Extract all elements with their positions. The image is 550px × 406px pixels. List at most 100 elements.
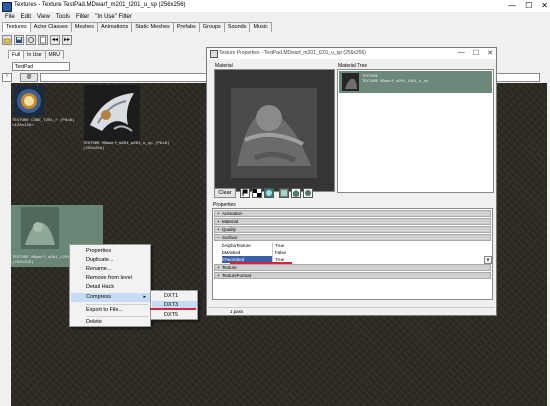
category-animation[interactable]: + Animation bbox=[214, 210, 491, 217]
tab-static-meshes[interactable]: Static Meshes bbox=[131, 22, 174, 32]
package-combo[interactable]: TestPad bbox=[12, 62, 70, 71]
forward-button[interactable]: ▸▸ bbox=[62, 35, 72, 45]
texture-thumbnail[interactable] bbox=[84, 85, 140, 141]
menu-item-duplicate[interactable]: Duplicate... bbox=[71, 256, 150, 265]
refresh-icon[interactable] bbox=[26, 35, 36, 45]
tree-item-selected[interactable]: TEXTURE TEXTURE MDwarf_m201_t201_u_sp bbox=[339, 71, 492, 93]
tree-item-thumbnail bbox=[342, 73, 359, 91]
menu-bar: File Edit View Tools Filter "In Use" Fil… bbox=[0, 12, 550, 22]
property-name: bAlphaTexture bbox=[222, 243, 251, 248]
tab-actor-classes[interactable]: Actor Classes bbox=[29, 22, 72, 32]
texture-properties-titlebar: Texture Properties - TestPad.MDwarf_m201… bbox=[207, 48, 496, 59]
texture-properties-title: Texture Properties - TestPad.MDwarf_m201… bbox=[219, 50, 366, 56]
plane-icon[interactable] bbox=[279, 188, 289, 198]
category-texture[interactable]: + Texture bbox=[214, 264, 491, 271]
checker-icon[interactable] bbox=[252, 188, 262, 198]
menu-separator bbox=[86, 316, 148, 317]
category-quality[interactable]: + Quality bbox=[214, 226, 491, 233]
tab-groups[interactable]: Groups bbox=[198, 22, 225, 32]
filter-button[interactable]: @ bbox=[20, 73, 38, 82]
toolbar: ◂◂ ▸▸ bbox=[2, 34, 72, 46]
tab-prefabs[interactable]: Prefabs bbox=[172, 22, 200, 32]
tab-sounds[interactable]: Sounds bbox=[223, 22, 251, 32]
menu-item-label: Compress bbox=[86, 294, 112, 300]
pass-count: 1 pass bbox=[230, 309, 244, 314]
menu-item-compress[interactable]: Compress ▸ bbox=[71, 293, 150, 302]
category-label: Surface bbox=[222, 235, 238, 240]
open-icon[interactable] bbox=[2, 35, 12, 45]
property-value[interactable]: False bbox=[272, 249, 485, 256]
category-label: Material bbox=[222, 219, 239, 224]
tab-textures[interactable]: Textures bbox=[2, 22, 31, 32]
menu-filter[interactable]: Filter bbox=[76, 14, 89, 20]
annotation-underline bbox=[150, 308, 196, 310]
clear-button[interactable]: Clear bbox=[214, 188, 236, 198]
submenu-arrow-icon: ▸ bbox=[143, 294, 146, 300]
category-label: TextureFormat bbox=[222, 273, 252, 278]
sphere-icon[interactable] bbox=[264, 188, 274, 198]
property-row[interactable]: bMasked False bbox=[214, 249, 491, 256]
cube-icon[interactable] bbox=[291, 188, 301, 198]
menu-item-properties[interactable]: Properties bbox=[71, 247, 150, 256]
menu-item-delete[interactable]: Delete bbox=[71, 318, 150, 327]
subtab-full[interactable]: Full bbox=[8, 50, 25, 59]
texture-thumbnail[interactable] bbox=[14, 86, 44, 116]
window-icon bbox=[210, 50, 218, 58]
category-label: Texture bbox=[222, 265, 237, 270]
dropdown-arrow-icon[interactable]: ▼ bbox=[484, 256, 492, 264]
category-label: Animation bbox=[222, 211, 243, 216]
left-strip bbox=[0, 83, 11, 406]
menu-item-detail-hack[interactable]: Detail Hack bbox=[71, 283, 150, 292]
flag-icon[interactable] bbox=[240, 188, 250, 198]
browser-tabs: Textures Actor Classes Meshes Animations… bbox=[2, 22, 272, 32]
menu-item-rename[interactable]: Rename... bbox=[71, 265, 150, 274]
menu-edit[interactable]: Edit bbox=[21, 14, 31, 20]
property-value[interactable]: True bbox=[272, 242, 485, 249]
properties-icon[interactable] bbox=[38, 35, 48, 45]
back-button[interactable]: ◂◂ bbox=[50, 35, 60, 45]
close-button[interactable]: ✕ bbox=[487, 49, 493, 57]
menu-item-export-to-file[interactable]: Export to File... bbox=[71, 306, 150, 315]
property-value[interactable]: True bbox=[272, 256, 485, 263]
menu-item-dxt5[interactable]: DXT5 bbox=[152, 311, 197, 320]
menu-tools[interactable]: Tools bbox=[56, 14, 70, 20]
category-textureformat[interactable]: + TextureFormat bbox=[214, 272, 491, 279]
category-material[interactable]: + Material bbox=[214, 218, 491, 225]
thumbnail-label: TEXTURE CUBE_T201_r (P8x8) <128x128> bbox=[12, 119, 75, 128]
sphere-preview-icon[interactable] bbox=[303, 188, 313, 198]
maximize-button[interactable]: ☐ bbox=[473, 49, 479, 57]
minimize-button[interactable]: — bbox=[458, 49, 465, 57]
menu-in-use-filter[interactable]: "In Use" Filter bbox=[95, 14, 132, 20]
category-surface[interactable]: − Surface bbox=[214, 234, 491, 241]
title-bar: Textures - Texture TestPad.MDwarf_m201_t… bbox=[0, 0, 550, 12]
menu-file[interactable]: File bbox=[5, 14, 15, 20]
compress-submenu: DXT1 DXT3 DXT5 bbox=[150, 290, 198, 320]
window-title: Textures - Texture TestPad.MDwarf_m201_t… bbox=[14, 2, 186, 8]
context-menu: Properties Duplicate... Rename... Remove… bbox=[69, 244, 151, 327]
menu-view[interactable]: View bbox=[37, 14, 50, 20]
category-label: Quality bbox=[222, 227, 237, 232]
thumbnail-label: TEXTURE MDwarf_m201_w201_u_sp (P8x8) (25… bbox=[83, 142, 170, 151]
menu-item-dxt1[interactable]: DXT1 bbox=[152, 292, 197, 301]
filter-checkbox[interactable]: ! bbox=[2, 73, 12, 82]
property-row[interactable]: bAlphaTexture True bbox=[214, 242, 491, 249]
menu-item-remove-from-level[interactable]: Remove from level bbox=[71, 274, 150, 283]
tab-meshes[interactable]: Meshes bbox=[70, 22, 98, 32]
material-preview bbox=[214, 69, 335, 192]
close-button[interactable]: ✕ bbox=[541, 1, 548, 11]
status-bar: 1 pass bbox=[208, 307, 495, 316]
material-tree[interactable]: TEXTURE TEXTURE MDwarf_m201_t201_u_sp bbox=[337, 69, 494, 193]
property-grid[interactable]: + Animation + Material + Quality − Surface b… bbox=[212, 208, 493, 300]
view-subtabs: Full In Use MRU bbox=[8, 50, 64, 59]
maximize-button[interactable]: ☐ bbox=[525, 1, 532, 11]
tab-music[interactable]: Music bbox=[249, 22, 272, 32]
subtab-mru[interactable]: MRU bbox=[44, 50, 64, 59]
annotation-underline bbox=[230, 262, 292, 264]
app-icon bbox=[2, 2, 12, 12]
tree-item-label: TEXTURE TEXTURE MDwarf_m201_t201_u_sp bbox=[362, 75, 429, 84]
texture-properties-window: Texture Properties - TestPad.MDwarf_m201… bbox=[206, 47, 497, 316]
subtab-in-use[interactable]: In Use bbox=[23, 50, 46, 59]
tab-animations[interactable]: Animations bbox=[97, 22, 133, 32]
minimize-button[interactable]: — bbox=[508, 1, 516, 11]
save-icon[interactable] bbox=[14, 35, 24, 45]
